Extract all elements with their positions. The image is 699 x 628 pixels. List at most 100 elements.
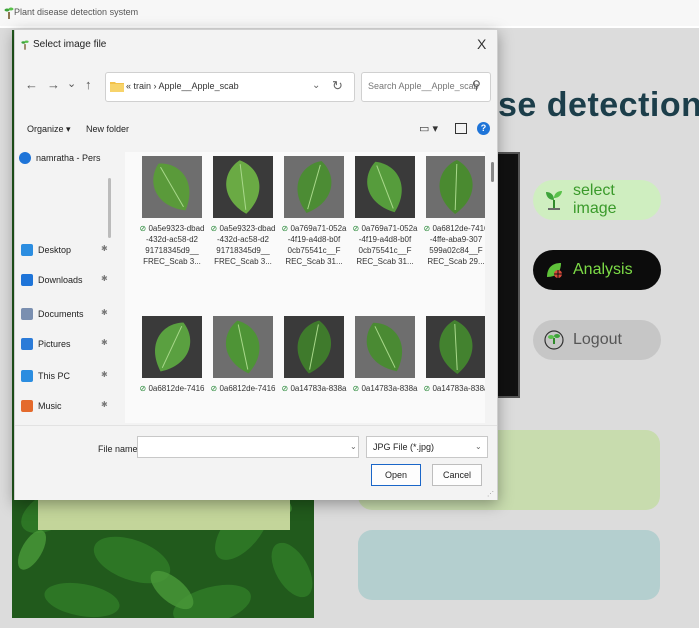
file-name-text: 599a02c84__F [429, 246, 483, 255]
file-tile[interactable]: ⊘ 0a769a71-052a -4f19-a4d8-b0f 0cb75541c__… [352, 156, 418, 267]
file-name-text: 0a14783a-838a [432, 384, 485, 393]
sidebar-item[interactable]: Music ✱ [21, 396, 108, 416]
search-placeholder: Search Apple__Apple_scab [368, 81, 479, 91]
dialog-titlebar: Select image file X [15, 30, 497, 60]
sidebar-item[interactable]: This PC ✱ [21, 366, 108, 386]
file-name-line: 0cb75541c__F [281, 245, 347, 256]
music-icon [21, 400, 33, 412]
file-tile[interactable]: ⊘ 0a14783a-838a [281, 316, 347, 394]
file-name-text: 0a6812de-7416 [148, 384, 205, 393]
file-name-line: -4f19-a4d8-b0f [281, 234, 347, 245]
navigation-bar: ← → ⌄ ↑ « train › Apple__Apple_scab ⌄ ↻ … [15, 68, 497, 104]
pc-icon [21, 370, 33, 382]
sidebar-item-label: Downloads [38, 275, 83, 285]
file-name-line: ⊘ 0a769a71-052a [352, 223, 418, 234]
change-view-button[interactable]: ▭ ▾ [419, 122, 438, 135]
help-button[interactable]: ? [477, 122, 490, 135]
file-name-line: ⊘ 0a6812de-7416 [139, 383, 205, 394]
plant-icon [21, 40, 29, 50]
breadcrumb-path: « train › Apple__Apple_scab [126, 81, 239, 91]
navigation-pane-scrollbar[interactable] [108, 178, 111, 238]
file-name-line: 599a02c84__F [423, 245, 485, 256]
back-button[interactable]: ← [25, 77, 38, 92]
sidebar-item[interactable]: Downloads ✱ [21, 270, 108, 290]
desktop-icon [21, 244, 33, 256]
logout-button[interactable]: Logout [533, 320, 661, 360]
file-name-text: 0a6812de-7416 [432, 224, 485, 233]
address-bar[interactable]: « train › Apple__Apple_scab ⌄ ↻ [105, 72, 355, 102]
sprout-icon [546, 191, 562, 210]
file-name-line: 0cb75541c__F [352, 245, 418, 256]
pin-icon: ✱ [101, 244, 108, 253]
cloud-icon [19, 152, 31, 164]
address-dropdown-icon[interactable]: ⌄ [312, 80, 320, 91]
leaf-thumbnail [213, 316, 273, 378]
file-tile[interactable]: ⊘ 0a6812de-7416 [139, 316, 205, 394]
file-list: ⊘ 0a5e9323-dbad -432d-ac58-d2 91718345d9__… [125, 152, 485, 423]
organize-menu[interactable]: Organize ▾ [27, 124, 71, 135]
leaf-bug-icon [547, 263, 562, 278]
open-button[interactable]: Open [371, 464, 421, 486]
search-icon: ⚲ [472, 78, 481, 92]
file-tile[interactable]: ⊘ 0a14783a-838a [352, 316, 418, 394]
file-name-line: ⊘ 0a14783a-838a [423, 383, 486, 394]
app-window: Plant disease detection system se detect… [0, 0, 699, 628]
new-folder-button[interactable]: New folder [86, 124, 129, 134]
pin-icon: ✱ [101, 338, 108, 347]
file-tile[interactable]: ⊘ 0a5e9323-dbad -432d-ac58-d2 91718345d9__… [210, 156, 276, 267]
analysis-button[interactable]: Analysis [533, 250, 661, 290]
file-name-text: -432d-ac58-d2 [145, 235, 199, 244]
up-button[interactable]: ↑ [85, 77, 92, 92]
file-name-input[interactable] [137, 436, 359, 458]
file-name-text: 0a5e9323-dbad [148, 224, 205, 233]
file-name-line: FREC_Scab 3... [139, 256, 205, 267]
file-list-scrollbar[interactable] [491, 162, 494, 182]
page-heading: se detection [498, 86, 699, 124]
cancel-button[interactable]: Cancel [432, 464, 482, 486]
sidebar-item[interactable]: Pictures ✱ [21, 334, 108, 354]
leaf-thumbnail [284, 156, 344, 218]
leaf-thumbnail [142, 156, 202, 218]
select-image-dialog: Select image file X ← → ⌄ ↑ « train › Ap… [14, 29, 498, 500]
forward-button[interactable]: → [47, 77, 60, 92]
file-name-text: 91718345d9__ [145, 246, 199, 255]
app-titlebar: Plant disease detection system [0, 0, 699, 26]
logout-icon [544, 330, 564, 350]
close-button[interactable]: X [477, 36, 486, 52]
file-name-text: 0cb75541c__F [358, 246, 412, 255]
file-tile[interactable]: ⊘ 0a769a71-052a -4f19-a4d8-b0f 0cb75541c__… [281, 156, 347, 267]
file-tile[interactable]: ⊘ 0a6812de-7416 -4ffe-aba9-307 599a02c84__… [423, 156, 485, 267]
file-name-text: 0a6812de-7416 [219, 384, 276, 393]
dialog-title: Select image file [33, 39, 107, 50]
refresh-icon[interactable]: ↻ [332, 78, 343, 94]
file-name-text: -4f19-a4d8-b0f [358, 235, 412, 244]
resize-grip-icon[interactable]: ⋰ [487, 490, 494, 498]
plant-icon [4, 7, 14, 19]
pin-icon: ✱ [101, 370, 108, 379]
file-name-dropdown-icon[interactable]: ⌄ [350, 442, 357, 451]
file-name-text: REC_Scab 31... [285, 257, 343, 266]
result-panel-bottom [358, 530, 660, 600]
file-type-value: JPG File (*.jpg) [373, 442, 435, 452]
file-name-text: -4f19-a4d8-b0f [287, 235, 341, 244]
file-type-select[interactable]: JPG File (*.jpg) ⌄ [366, 436, 488, 458]
sidebar-item[interactable]: Documents ✱ [21, 304, 108, 324]
file-name-text: 0a5e9323-dbad [219, 224, 276, 233]
select-image-button[interactable]: select image [533, 180, 661, 220]
file-name-line: -432d-ac58-d2 [139, 234, 205, 245]
leaf-thumbnail [355, 156, 415, 218]
file-name-text: 0a14783a-838a [361, 384, 418, 393]
file-tile[interactable]: ⊘ 0a14783a-838a [423, 316, 485, 394]
recent-locations-button[interactable]: ⌄ [67, 77, 76, 90]
search-box[interactable]: Search Apple__Apple_scab ⚲ [361, 72, 491, 102]
file-tile[interactable]: ⊘ 0a5e9323-dbad -432d-ac58-d2 91718345d9__… [139, 156, 205, 267]
sidebar-item[interactable]: namratha - Pers [19, 148, 101, 168]
file-tile[interactable]: ⊘ 0a6812de-7416 [210, 316, 276, 394]
sidebar-item-label: This PC [38, 371, 71, 381]
sidebar-item[interactable]: Desktop ✱ [21, 240, 108, 260]
file-name-text: FREC_Scab 3... [143, 257, 201, 266]
preview-pane-icon[interactable] [455, 123, 467, 134]
folder-icon [110, 82, 124, 92]
file-name-line: ⊘ 0a14783a-838a [281, 383, 347, 394]
file-name-line: ⊘ 0a6812de-7416 [423, 223, 486, 234]
